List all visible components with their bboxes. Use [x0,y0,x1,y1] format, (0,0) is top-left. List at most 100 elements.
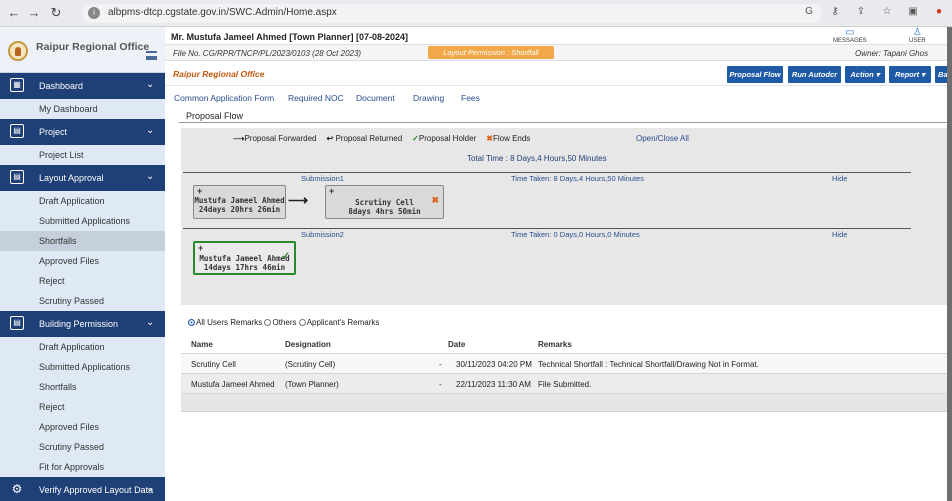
hide-link[interactable]: Hide [832,230,847,239]
forward-arrow-icon[interactable]: → [26,5,42,21]
radio-dot [264,319,272,326]
user-button[interactable]: ♙ USER [909,28,926,45]
sidebar-section-layout-approval[interactable]: ▤ Layout Approval ⌄ [0,165,165,191]
sidebar-item-approved-files[interactable]: Approved Files [0,251,165,271]
sidebar-section-dashboard[interactable]: ▦ Dashboard ⌄ [0,73,165,99]
tab-fees[interactable]: Fees [461,93,480,103]
table-row: Mustufa Jameel Ahmed (Town Planner) - 22… [181,374,947,394]
sidebar-item-bp-reject[interactable]: Reject [0,397,165,417]
browser-toolbar: ← → ↻ i albpms-dtcp.cgstate.gov.in/SWC.A… [0,0,952,27]
url-text: albpms-dtcp.cgstate.gov.in/SWC.Admin/Hom… [108,7,337,18]
submission-label: Submission1 [301,174,344,183]
submission-divider [183,172,911,173]
brand-header: Raipur Regional Office [0,27,165,73]
tab-common-application-form[interactable]: Common Application Form [174,93,274,103]
tab-drawing[interactable]: Drawing [413,93,444,103]
flow-node-holder[interactable]: + ✓ Mustufa Jameel Ahmed 14days 17hrs 46… [193,241,296,275]
expand-plus-icon[interactable]: + [329,186,334,196]
sidebar-item-project-list[interactable]: Project List [0,145,165,165]
forward-arrow-icon: ⟶ [233,134,245,143]
radio-dot [188,319,195,326]
sidebar-item-draft-application[interactable]: Draft Application [0,191,165,211]
report-label: Report [894,70,920,79]
run-autodcr-button[interactable]: Run Autodcr [788,66,841,83]
open-close-all-link[interactable]: Open/Close All [636,134,689,143]
divider [179,122,947,123]
browser-actions: G ⚷ ⇪ ☆ ▣ ● [802,6,946,17]
cell-date: 30/11/2023 04:20 PM [456,360,532,369]
back-button[interactable]: Back [935,66,947,83]
hamburger-menu-icon[interactable] [146,51,157,60]
sidebar-item-shortfalls[interactable]: Shortfalls [0,231,165,251]
brand-title: Raipur Regional Office [36,41,150,53]
key-icon[interactable]: ⚷ [828,6,842,17]
expand-plus-icon[interactable]: + [197,186,202,196]
flow-node[interactable]: + Mustufa Jameel Ahmed 24days 20hrs 26mi… [193,185,286,219]
sidebar-section-building-permission[interactable]: ▤ Building Permission ⌄ [0,311,165,337]
section-title: Proposal Flow [186,111,244,121]
sidebar-item-my-dashboard[interactable]: My Dashboard [0,99,165,119]
chevron-down-icon: ⌄ [146,125,155,136]
tab-document[interactable]: Document [356,93,395,103]
bookmark-star-icon[interactable]: ☆ [880,6,894,17]
flow-legend: ⟶Proposal Forwarded ↩ Proposal Returned … [233,134,530,143]
return-arrow-icon: ↩ [326,134,334,143]
page: Raipur Regional Office ▦ Dashboard ⌄ My … [0,27,947,501]
sidebar-item-reject[interactable]: Reject [0,271,165,291]
sidebar-item-bp-draft-application[interactable]: Draft Application [0,337,165,357]
sidebar-item-bp-approved-files[interactable]: Approved Files [0,417,165,437]
google-icon[interactable]: G [802,6,816,17]
sidebar-section-verify-approved-layout[interactable]: ⚙ Verify Approved Layout Data ⌄ [0,477,165,501]
radio-applicants-remarks[interactable]: Applicant's Remarks [298,318,379,327]
radio-others[interactable]: Others [264,318,296,327]
back-arrow-icon[interactable]: ← [6,5,22,21]
sidebar-section-project[interactable]: ▤ Project ⌄ [0,119,165,145]
profile-icon[interactable]: ● [932,6,946,17]
submission-time-taken: Time Taken: 0 Days,0 Hours,0 Minutes [511,230,640,239]
messages-label: MESSAGES [833,38,867,44]
cell-designation: (Scrutiny Cell) [285,360,336,369]
user-header: Mr. Mustufa Jameel Ahmed [Town Planner] … [165,27,947,45]
sidebar-item-bp-fit-for-approvals[interactable]: Fit for Approvals [0,457,165,477]
cell-name: Scrutiny Cell [191,360,236,369]
share-icon[interactable]: ⇪ [854,6,868,17]
sidebar-item-submitted-applications[interactable]: Submitted Applications [0,211,165,231]
radio-all-users-remarks[interactable]: All Users Remarks [188,318,262,327]
sidebar-item-bp-submitted-applications[interactable]: Submitted Applications [0,357,165,377]
hide-link[interactable]: Hide [832,174,847,183]
check-icon: ✓ [281,251,290,262]
sidebar-item-scrutiny-passed[interactable]: Scrutiny Passed [0,291,165,311]
emblem-logo [8,41,28,61]
sidebar-section-label: Project [39,127,68,137]
reload-icon[interactable]: ↻ [48,5,64,21]
column-header: Remarks [538,340,572,349]
site-info-icon[interactable]: i [88,7,100,19]
cell-separator: - [439,360,442,369]
flow-node[interactable]: + ✖ Scrutiny Cell 8days 4hrs 50min [325,185,444,219]
cell-name: Mustufa Jameel Ahmed [191,380,275,389]
report-dropdown-button[interactable]: Report ▾ [889,66,931,83]
proposal-flow-button[interactable]: Proposal Flow [727,66,783,83]
gear-icon: ⚙ [11,482,23,496]
office-name: Raipur Regional Office [173,69,265,79]
address-bar[interactable]: i albpms-dtcp.cgstate.gov.in/SWC.Admin/H… [82,4,822,23]
tab-bar: Common Application Form Required NOC Doc… [165,86,947,108]
sidebar-section-label: Building Permission [39,319,119,329]
dashboard-icon: ▦ [10,78,24,92]
sidebar-item-bp-shortfalls[interactable]: Shortfalls [0,377,165,397]
file-info-bar: File No. CG/RPR/TNCP/PL/2023/0103 (28 Oc… [165,45,947,61]
expand-plus-icon[interactable]: + [198,243,203,253]
messages-button[interactable]: ▭ MESSAGES [833,28,867,45]
tab-required-noc[interactable]: Required NOC [288,93,344,103]
sidebar-item-bp-scrutiny-passed[interactable]: Scrutiny Passed [0,437,165,457]
column-header: Designation [285,340,331,349]
action-dropdown-button[interactable]: Action ▾ [845,66,885,83]
submission-label: Submission2 [301,230,344,239]
sidepanel-icon[interactable]: ▣ [906,6,920,17]
user-label: USER [909,38,926,44]
cell-date: 22/11/2023 11:30 AM [456,380,531,389]
node-name: Mustufa Jameel Ahmed [199,254,290,263]
check-icon: ✓ [412,134,419,143]
column-header: Date [448,340,466,349]
folder-icon: ▤ [10,170,24,184]
